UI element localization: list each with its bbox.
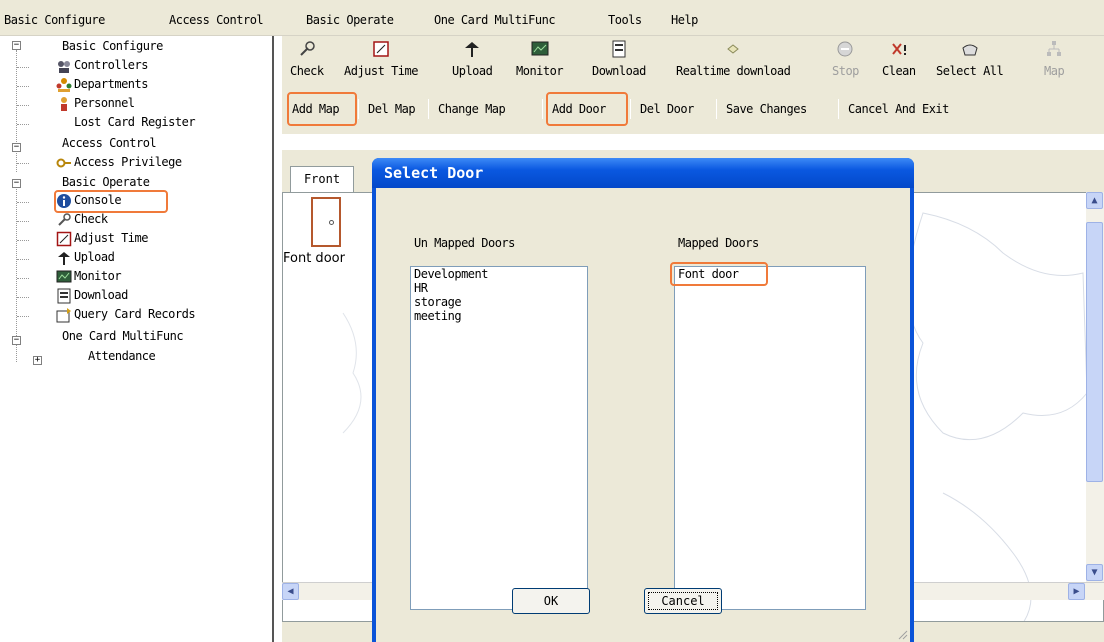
map-icon bbox=[1047, 41, 1062, 56]
console-highlight bbox=[54, 190, 168, 213]
scroll-left-icon[interactable]: ◀ bbox=[282, 583, 299, 600]
navigation-tree: − Basic Configure Controllers Department… bbox=[0, 36, 274, 642]
adjust-time-button[interactable]: Adjust Time bbox=[344, 40, 418, 78]
tree-item-departments[interactable]: Departments bbox=[56, 75, 148, 94]
add-door-highlight bbox=[546, 92, 628, 126]
tree-item-personnel[interactable]: Personnel bbox=[56, 94, 135, 113]
tree-item-download[interactable]: Download bbox=[56, 286, 128, 305]
query-records-icon bbox=[56, 307, 71, 322]
menu-bar: Basic Configure Access Control Basic Ope… bbox=[0, 0, 1104, 36]
change-map-button[interactable]: Change Map bbox=[438, 96, 506, 122]
tree-item-monitor[interactable]: Monitor bbox=[56, 267, 122, 286]
collapse-basic-operate-icon[interactable]: − bbox=[12, 179, 21, 188]
check-button[interactable]: Check bbox=[290, 40, 324, 78]
add-map-highlight bbox=[287, 92, 357, 126]
door-label: Font door bbox=[283, 251, 345, 266]
adjust-time-icon bbox=[56, 231, 72, 246]
door-icon bbox=[311, 197, 341, 247]
monitor-button[interactable]: Monitor bbox=[516, 40, 564, 78]
mapped-doors-label: Mapped Doors bbox=[678, 236, 759, 250]
menu-one-card-multifunc[interactable]: One Card MultiFunc bbox=[434, 13, 556, 27]
map-vertical-scrollbar[interactable]: ▲ ▼ bbox=[1086, 192, 1104, 582]
select-all-button[interactable]: Select All bbox=[936, 40, 1004, 78]
save-changes-button[interactable]: Save Changes bbox=[726, 96, 807, 122]
collapse-basic-configure-icon[interactable]: − bbox=[12, 41, 21, 50]
main-toolbar: Check Adjust Time Upload Monitor Downloa… bbox=[282, 36, 1104, 134]
dialog-title: Select Door bbox=[384, 164, 484, 182]
upload-icon bbox=[58, 251, 70, 265]
cancel-button-label: Cancel bbox=[648, 592, 718, 610]
monitor-icon bbox=[531, 41, 549, 56]
key-icon bbox=[56, 158, 71, 167]
upload-icon bbox=[465, 42, 480, 57]
map-button[interactable]: Map bbox=[1044, 40, 1065, 78]
wrench-icon bbox=[300, 41, 315, 56]
adjust-time-icon bbox=[373, 41, 389, 57]
download-icon bbox=[57, 288, 71, 303]
tree-basic-configure[interactable]: Basic Configure bbox=[62, 37, 163, 56]
list-item[interactable]: storage bbox=[411, 295, 587, 309]
tree-item-upload[interactable]: Upload bbox=[56, 248, 115, 267]
departments-icon bbox=[56, 77, 72, 92]
unmapped-doors-label: Un Mapped Doors bbox=[414, 236, 515, 250]
tree-access-control[interactable]: Access Control bbox=[62, 134, 157, 153]
tree-item-controllers[interactable]: Controllers bbox=[56, 56, 148, 75]
tree-item-query-card-records[interactable]: Query Card Records bbox=[56, 305, 196, 324]
vertical-scroll-thumb[interactable] bbox=[1086, 222, 1103, 482]
tab-front[interactable]: Front bbox=[290, 166, 354, 192]
unmapped-doors-list[interactable]: Development HR storage meeting bbox=[410, 266, 588, 610]
realtime-download-icon bbox=[727, 44, 739, 54]
download-icon bbox=[612, 40, 626, 58]
expand-attendance-icon[interactable]: + bbox=[33, 356, 42, 365]
door-marker[interactable]: Font door bbox=[283, 193, 373, 303]
menu-access-control[interactable]: Access Control bbox=[169, 13, 264, 27]
collapse-access-control-icon[interactable]: − bbox=[12, 143, 21, 152]
scroll-up-icon[interactable]: ▲ bbox=[1086, 192, 1103, 209]
download-button[interactable]: Download bbox=[592, 40, 646, 78]
select-door-dialog: Select Door Un Mapped Doors Mapped Doors… bbox=[372, 158, 914, 642]
clean-icon bbox=[892, 43, 906, 55]
menu-basic-configure[interactable]: Basic Configure bbox=[4, 13, 105, 27]
list-item[interactable]: Development bbox=[411, 267, 587, 281]
menu-help[interactable]: Help bbox=[671, 13, 698, 27]
font-door-highlight bbox=[670, 262, 768, 286]
resize-grip-icon[interactable] bbox=[896, 628, 908, 640]
list-item[interactable]: HR bbox=[411, 281, 587, 295]
cancel-button[interactable]: Cancel bbox=[644, 588, 722, 614]
cancel-and-exit-button[interactable]: Cancel And Exit bbox=[848, 96, 949, 122]
stop-button[interactable]: Stop bbox=[832, 40, 859, 78]
tree-one-card-multifunc[interactable]: One Card MultiFunc bbox=[62, 327, 184, 346]
wrench-icon bbox=[58, 212, 71, 226]
personnel-icon bbox=[61, 96, 67, 111]
dialog-titlebar[interactable]: Select Door bbox=[372, 158, 914, 188]
upload-button[interactable]: Upload bbox=[452, 40, 493, 78]
mapped-doors-list[interactable]: Font door bbox=[674, 266, 866, 610]
scroll-right-icon[interactable]: ▶ bbox=[1068, 583, 1085, 600]
tree-item-adjust-time[interactable]: Adjust Time bbox=[56, 229, 148, 248]
controllers-icon bbox=[58, 60, 70, 73]
tree-item-access-privilege[interactable]: Access Privilege bbox=[56, 153, 182, 172]
tree-item-attendance[interactable]: Attendance bbox=[88, 347, 156, 366]
collapse-one-card-icon[interactable]: − bbox=[12, 336, 21, 345]
realtime-download-button[interactable]: Realtime download bbox=[676, 40, 791, 78]
clean-button[interactable]: Clean bbox=[882, 40, 916, 78]
del-map-button[interactable]: Del Map bbox=[368, 96, 416, 122]
scroll-down-icon[interactable]: ▼ bbox=[1086, 564, 1103, 581]
select-all-icon bbox=[962, 44, 978, 56]
ok-button[interactable]: OK bbox=[512, 588, 590, 614]
tree-item-lost-card-register[interactable]: Lost Card Register bbox=[74, 113, 196, 132]
del-door-button[interactable]: Del Door bbox=[640, 96, 694, 122]
list-item[interactable]: meeting bbox=[411, 309, 587, 323]
monitor-icon bbox=[56, 270, 72, 282]
dialog-body: Un Mapped Doors Mapped Doors Development… bbox=[376, 188, 910, 642]
menu-tools[interactable]: Tools bbox=[608, 13, 642, 27]
stop-icon bbox=[837, 41, 853, 57]
menu-basic-operate[interactable]: Basic Operate bbox=[306, 13, 394, 27]
